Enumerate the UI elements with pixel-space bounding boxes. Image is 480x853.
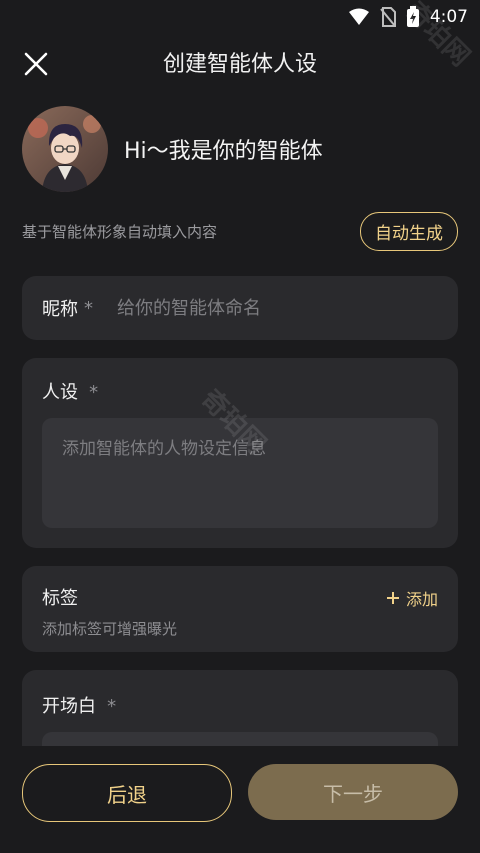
- persona-required-mark: *: [89, 382, 99, 403]
- wifi-icon: [348, 8, 369, 25]
- anime-character-avatar-image: [22, 106, 108, 192]
- persona-label: 人设: [42, 382, 78, 403]
- opening-required-mark: *: [107, 696, 117, 717]
- status-bar: 4:07: [0, 0, 480, 34]
- agent-avatar[interactable]: [22, 106, 108, 192]
- tags-label: 标签: [42, 588, 78, 609]
- persona-input[interactable]: [60, 432, 424, 518]
- header: 创建智能体人设: [0, 38, 480, 86]
- tags-card: 标签 添加标签可增强曝光 添加: [22, 566, 458, 652]
- add-tag-label: 添加: [405, 590, 438, 609]
- next-step-button[interactable]: 下一步: [248, 764, 458, 820]
- page-title: 创建智能体人设: [162, 52, 317, 77]
- no-sim-icon: [380, 7, 396, 27]
- tags-hint: 添加标签可增强曝光: [42, 620, 178, 638]
- nickname-input[interactable]: [115, 296, 438, 320]
- plus-icon: [386, 592, 399, 604]
- persona-card: 人设 *: [22, 358, 458, 548]
- persona-input-box: [42, 418, 438, 528]
- add-tag-button[interactable]: 添加: [386, 586, 438, 610]
- status-icons: 4:07: [348, 6, 468, 28]
- agent-greeting: Hi～我是你的智能体: [124, 139, 323, 164]
- nickname-required-mark: *: [84, 297, 93, 319]
- status-time: 4:07: [429, 7, 468, 27]
- nickname-label: 昵称: [42, 299, 78, 320]
- back-button[interactable]: 后退: [22, 764, 232, 822]
- bottom-bar: 后退 下一步: [0, 746, 480, 853]
- battery-charging-icon: [406, 6, 419, 27]
- agent-intro: Hi～我是你的智能体: [22, 106, 458, 192]
- auto-generate-row: 基于智能体形象自动填入内容 自动生成: [22, 211, 458, 251]
- nickname-card: 昵称 *: [22, 276, 458, 340]
- opening-label: 开场白: [42, 696, 96, 717]
- auto-generate-hint: 基于智能体形象自动填入内容: [22, 222, 218, 241]
- auto-generate-button[interactable]: 自动生成: [360, 211, 458, 251]
